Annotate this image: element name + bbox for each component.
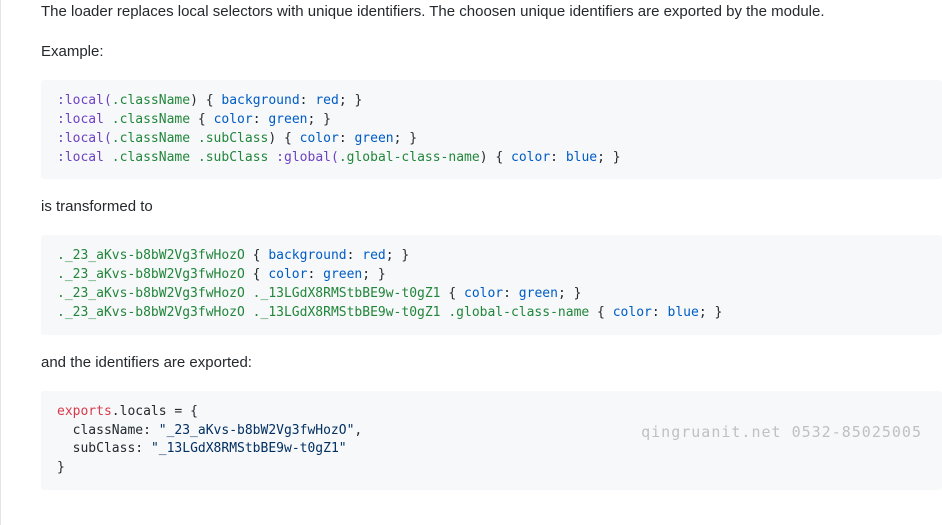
token: [245, 286, 253, 301]
token: ; }: [597, 150, 620, 165]
token: .className: [112, 93, 190, 108]
exported-label: and the identifiers are exported:: [41, 351, 942, 375]
token: ._13LGdX8RMStbBE9w-t0gZ1: [253, 305, 441, 320]
token: ) {: [190, 93, 221, 108]
token: ._23_aKvs-b8bW2Vg3fwHozO: [57, 267, 245, 282]
token: blue: [668, 305, 699, 320]
token: :: [135, 441, 151, 456]
token: :local: [57, 150, 112, 165]
token: ; }: [386, 248, 409, 263]
token: }: [57, 460, 65, 475]
token: ._23_aKvs-b8bW2Vg3fwHozO: [57, 286, 245, 301]
token: background: [221, 93, 299, 108]
token: {: [245, 248, 268, 263]
token: :local(: [57, 93, 112, 108]
token: background: [268, 248, 346, 263]
token: ; }: [558, 286, 581, 301]
token: color: [300, 131, 339, 146]
token: :: [339, 131, 355, 146]
token: :: [347, 248, 363, 263]
token: blue: [566, 150, 597, 165]
code-content-output: ._23_aKvs-b8bW2Vg3fwHozO { background: r…: [57, 248, 722, 320]
token: ; }: [362, 267, 385, 282]
token: :: [143, 423, 159, 438]
token: red: [362, 248, 385, 263]
intro-paragraph: The loader replaces local selectors with…: [41, 0, 942, 24]
token: {: [589, 305, 612, 320]
token: [190, 131, 198, 146]
token: :: [652, 305, 668, 320]
token: {: [441, 286, 464, 301]
token: ._23_aKvs-b8bW2Vg3fwHozO: [57, 248, 245, 263]
token: .className: [112, 112, 190, 127]
token: .locals = {: [112, 404, 198, 419]
token: color: [464, 286, 503, 301]
token: :local(: [57, 131, 112, 146]
token: green: [354, 131, 393, 146]
token: ) {: [480, 150, 511, 165]
token: color: [511, 150, 550, 165]
token: [190, 150, 198, 165]
token: ; }: [699, 305, 722, 320]
token: red: [315, 93, 338, 108]
token: color: [214, 112, 253, 127]
token: ) {: [268, 131, 299, 146]
token: ._13LGdX8RMStbBE9w-t0gZ1: [253, 286, 441, 301]
code-content-exports: exports.locals = { className: "_23_aKvs-…: [57, 404, 362, 476]
token: ._23_aKvs-b8bW2Vg3fwHozO: [57, 305, 245, 320]
token: ; }: [308, 112, 331, 127]
token: :: [300, 93, 316, 108]
token: {: [190, 112, 213, 127]
example-label: Example:: [41, 40, 942, 64]
token: :local: [57, 112, 112, 127]
token: "_23_aKvs-b8bW2Vg3fwHozO": [159, 423, 355, 438]
token: exports: [57, 404, 112, 419]
token: :: [503, 286, 519, 301]
token: :global(: [268, 150, 338, 165]
transformed-label: is transformed to: [41, 195, 942, 219]
token: color: [613, 305, 652, 320]
code-block-output: ._23_aKvs-b8bW2Vg3fwHozO { background: r…: [41, 235, 942, 334]
token: .global-class-name: [448, 305, 589, 320]
token: {: [245, 267, 268, 282]
token: green: [519, 286, 558, 301]
token: .className: [112, 131, 190, 146]
code-content-source: :local(.className) { background: red; } …: [57, 93, 621, 165]
token: ,: [354, 423, 362, 438]
code-block-exports: exports.locals = { className: "_23_aKvs-…: [41, 391, 942, 490]
token: className: [57, 423, 143, 438]
token: ; }: [339, 93, 362, 108]
token: .global-class-name: [339, 150, 480, 165]
token: :: [550, 150, 566, 165]
token: [245, 305, 253, 320]
token: green: [268, 112, 307, 127]
token: subClass: [57, 441, 135, 456]
token: :: [307, 267, 323, 282]
token: color: [268, 267, 307, 282]
code-block-source: :local(.className) { background: red; } …: [41, 80, 942, 179]
token: .subClass: [198, 150, 268, 165]
token: ; }: [394, 131, 417, 146]
token: .subClass: [198, 131, 268, 146]
token: "_13LGdX8RMStbBE9w-t0gZ1": [151, 441, 347, 456]
document-container: The loader replaces local selectors with…: [0, 0, 942, 525]
token: .className: [112, 150, 190, 165]
token: :: [253, 112, 269, 127]
token: green: [323, 267, 362, 282]
